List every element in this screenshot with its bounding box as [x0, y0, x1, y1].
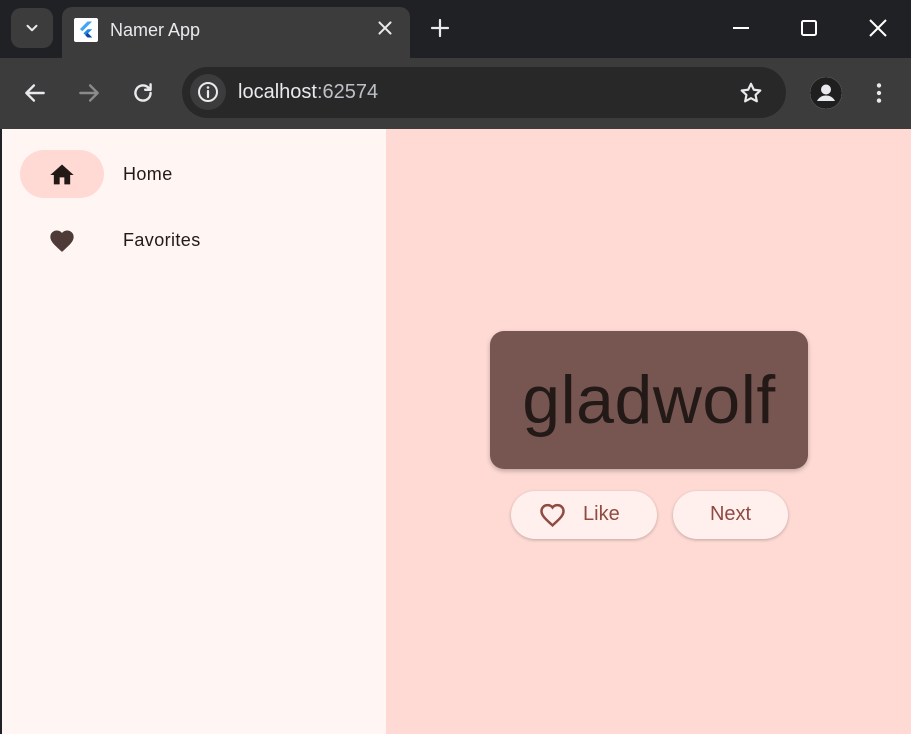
flutter-icon [74, 18, 98, 42]
heart-outline-icon [540, 503, 565, 528]
chevron-down-icon [26, 24, 38, 32]
page-content: Home Favorites gladwolf Like Next [2, 129, 911, 734]
tab-search-button[interactable] [11, 8, 53, 48]
info-icon [198, 82, 218, 102]
plus-icon[interactable] [428, 16, 452, 40]
back-arrow-icon[interactable] [22, 80, 48, 106]
word-pair-card: gladwolf [490, 331, 808, 469]
url-text[interactable]: localhost:62574 [238, 81, 378, 104]
maximize-icon[interactable] [797, 16, 821, 40]
generator-page: gladwolf Like Next [386, 129, 911, 734]
nav-label-home: Home [123, 164, 173, 184]
tab-strip: Namer App [0, 0, 911, 58]
close-icon[interactable] [374, 17, 396, 39]
next-button[interactable]: Next [673, 491, 788, 539]
nav-item-favorites[interactable]: Favorites [20, 216, 360, 264]
heart-icon [50, 230, 74, 252]
nav-label-favorites: Favorites [123, 230, 201, 250]
window-close-icon[interactable] [866, 16, 890, 40]
browser-toolbar: localhost:62574 [0, 58, 911, 129]
profile-avatar-icon[interactable] [810, 77, 842, 109]
word-pair-text: gladwolf [522, 362, 776, 438]
url-host: localhost [238, 81, 317, 103]
url-port: :62574 [316, 81, 379, 103]
tab-title: Namer App [110, 20, 201, 40]
like-button-label: Like [583, 503, 620, 525]
browser-tab[interactable]: Namer App [62, 7, 410, 58]
forward-arrow-icon[interactable] [76, 80, 102, 106]
home-icon [50, 164, 74, 185]
more-vert-icon[interactable] [866, 80, 892, 106]
like-button[interactable]: Like [511, 491, 657, 539]
address-bar[interactable]: localhost:62574 [182, 67, 786, 118]
site-info-button[interactable] [190, 74, 226, 110]
navigation-rail: Home Favorites [2, 129, 386, 734]
star-icon[interactable] [738, 80, 764, 106]
next-button-label: Next [709, 503, 752, 525]
nav-item-home[interactable]: Home [20, 150, 360, 198]
reload-icon[interactable] [130, 80, 156, 106]
minimize-icon[interactable] [729, 16, 753, 40]
